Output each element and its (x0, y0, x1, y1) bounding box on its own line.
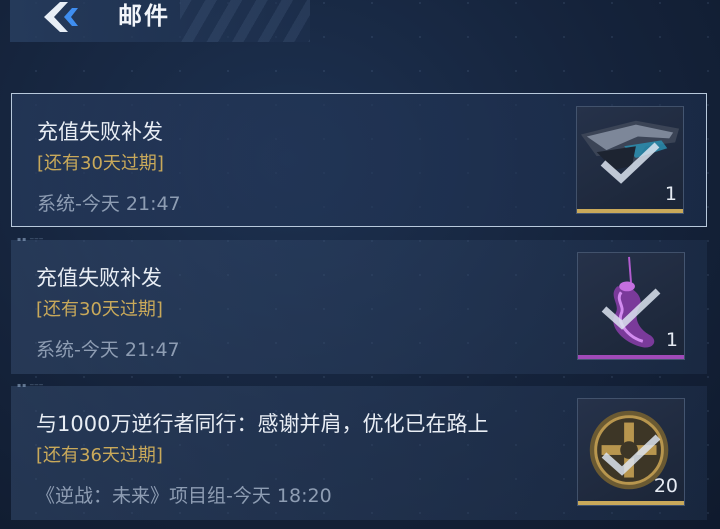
mail-meta: 《逆战：未来》项目组-今天 18:20 (36, 485, 332, 507)
mail-item-2[interactable]: ▪▪ ─── 充值失败补发 [还有30天过期] 系统-今天 21:47 1 (11, 236, 707, 374)
claimed-check-icon (601, 288, 661, 330)
mail-expire: [还有36天过期] (36, 445, 163, 466)
mail-subject: 与1000万逆行者同行：感谢并肩，优化已在路上 (36, 412, 489, 436)
mail-subject: 充值失败补发 (37, 120, 163, 144)
back-button[interactable] (38, 0, 90, 34)
mail-attachment[interactable]: 1 (576, 106, 684, 214)
claimed-check-icon (600, 142, 660, 184)
mail-item-3[interactable]: ▪▪ ─── 与1000万逆行者同行：感谢并肩，优化已在路上 [还有36天过期]… (11, 382, 707, 520)
mail-attachment[interactable]: 1 (577, 252, 685, 360)
attachment-count: 1 (665, 329, 678, 351)
mail-tag-decor: ▪▪ ─── (17, 236, 44, 243)
mail-expire: [还有30天过期] (37, 153, 164, 174)
attachment-count: 1 (664, 183, 677, 205)
back-arrow-icon (44, 2, 78, 32)
mail-tag-decor: ▪▪ ─── (17, 382, 44, 389)
mail-subject: 充值失败补发 (36, 266, 162, 290)
mail-meta: 系统-今天 21:47 (36, 339, 180, 361)
mail-attachment[interactable]: 20 (577, 398, 685, 506)
rarity-bar (577, 209, 683, 213)
claimed-check-icon (601, 434, 661, 476)
rarity-bar (578, 501, 684, 505)
attachment-count: 20 (653, 475, 678, 497)
mail-meta: 系统-今天 21:47 (37, 193, 181, 215)
header-stripes (180, 0, 310, 42)
header-bar: 邮件 (10, 0, 310, 42)
rarity-bar (578, 355, 684, 359)
page-title: 邮件 (118, 2, 170, 30)
mail-expire: [还有30天过期] (36, 299, 163, 320)
mail-item-1[interactable]: 充值失败补发 [还有30天过期] 系统-今天 21:47 1 (11, 93, 707, 227)
